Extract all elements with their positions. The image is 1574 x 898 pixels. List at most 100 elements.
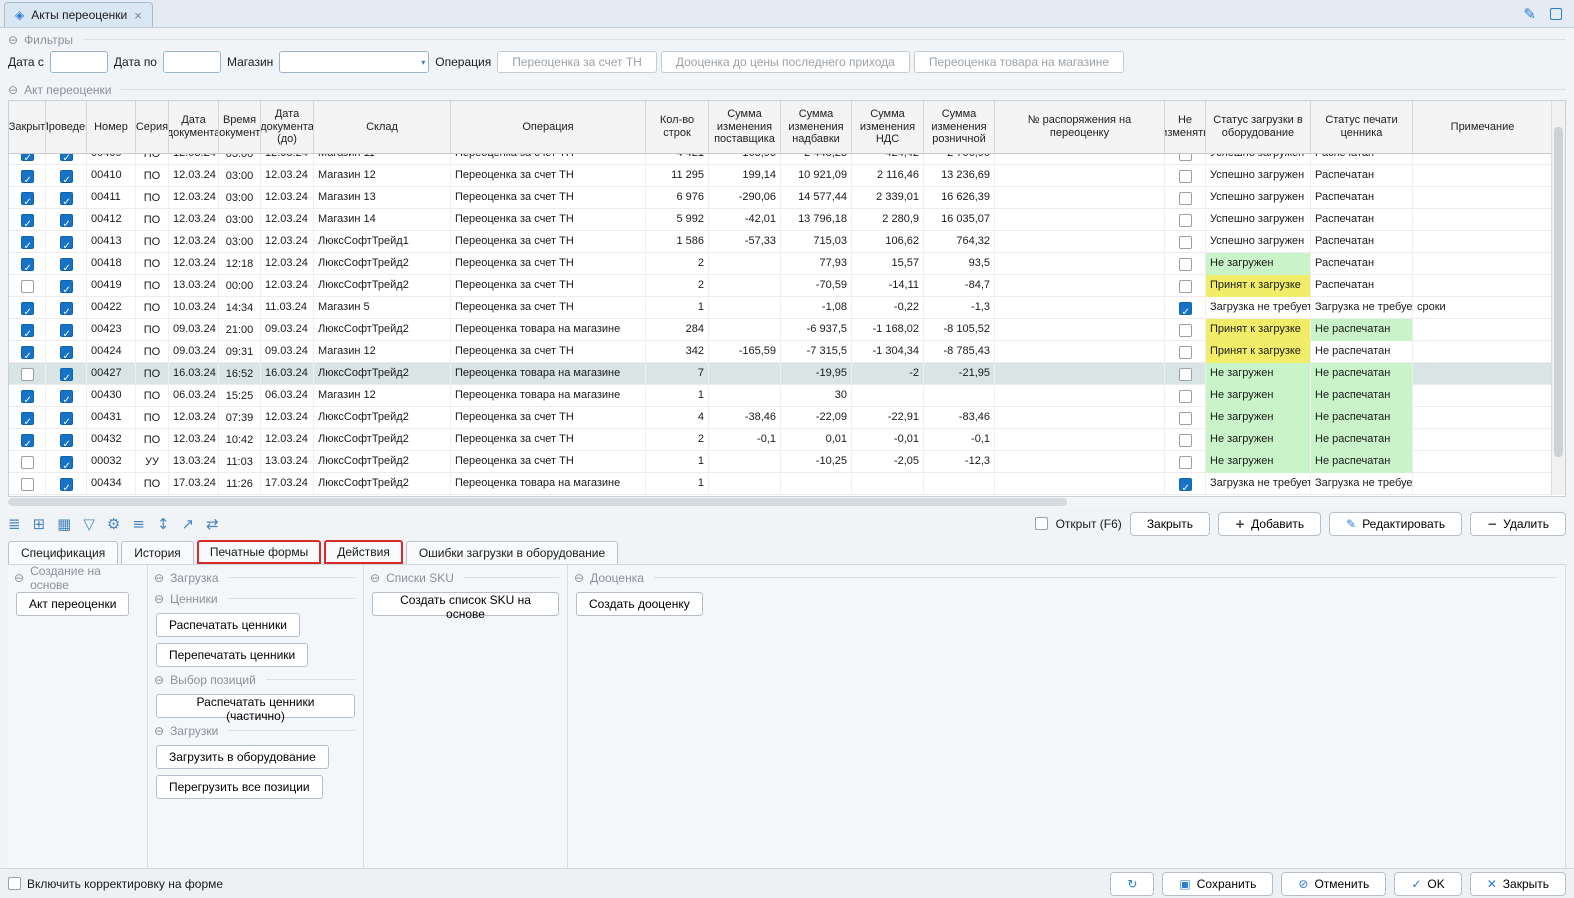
- column-header[interactable]: Серия: [136, 101, 169, 153]
- closed-checkbox[interactable]: [21, 324, 34, 337]
- table-row[interactable]: 00423ПО09.03.2421:0009.03.24ЛюксСофтТрей…: [9, 319, 1553, 341]
- no-change-checkbox[interactable]: [1179, 258, 1192, 271]
- no-change-checkbox[interactable]: [1179, 434, 1192, 447]
- column-header[interactable]: Дата документа (до): [261, 101, 314, 153]
- closed-checkbox[interactable]: [21, 154, 34, 161]
- tab-close-icon[interactable]: ×: [134, 8, 142, 23]
- operation-filter-button[interactable]: Переоценка за счет ТН: [497, 51, 657, 73]
- action-button[interactable]: Перегрузить все позиции: [156, 775, 323, 799]
- posted-checkbox[interactable]: [60, 192, 73, 205]
- column-header[interactable]: Статус печати ценника: [1311, 101, 1413, 153]
- action-button[interactable]: Распечатать ценники (частично): [156, 694, 355, 718]
- no-change-checkbox[interactable]: [1179, 456, 1192, 469]
- tab-печатные-формы[interactable]: Печатные формы: [197, 540, 321, 564]
- filter-icon[interactable]: ▽: [83, 515, 95, 533]
- posted-checkbox[interactable]: [60, 478, 73, 491]
- column-header[interactable]: Операция: [451, 101, 646, 153]
- operation-filter-button[interactable]: Переоценка товара на магазине: [914, 51, 1124, 73]
- no-change-checkbox[interactable]: [1179, 390, 1192, 403]
- column-header[interactable]: № распоряжения на переоценку: [995, 101, 1165, 153]
- table-row[interactable]: 00413ПО12.03.2403:0012.03.24ЛюксСофтТрей…: [9, 231, 1553, 253]
- table-row[interactable]: 00430ПО06.03.2415:2506.03.24Магазин 12Пе…: [9, 385, 1553, 407]
- closed-checkbox[interactable]: [21, 280, 34, 293]
- closed-checkbox[interactable]: [21, 412, 34, 425]
- column-header[interactable]: Дата документа: [169, 101, 219, 153]
- close-button[interactable]: ✕Закрыть: [1470, 872, 1566, 896]
- collapse-icon[interactable]: ⊖: [154, 571, 164, 585]
- open-external-icon[interactable]: ↗: [182, 515, 195, 533]
- closed-checkbox[interactable]: [21, 258, 34, 271]
- posted-checkbox[interactable]: [60, 258, 73, 271]
- posted-checkbox[interactable]: [60, 154, 73, 161]
- table-row[interactable]: 00424ПО09.03.2409:3109.03.24Магазин 12Пе…: [9, 341, 1553, 363]
- table-row[interactable]: 00418ПО12.03.2412:1812.03.24ЛюксСофтТрей…: [9, 253, 1553, 275]
- collapse-icon[interactable]: ⊖: [574, 571, 584, 585]
- table-view-icon[interactable]: ⊞: [33, 515, 46, 533]
- collapse-icon[interactable]: ⊖: [154, 592, 164, 606]
- closed-checkbox[interactable]: [21, 346, 34, 359]
- operation-filter-button[interactable]: Дооценка до цены последнего прихода: [661, 51, 910, 73]
- posted-checkbox[interactable]: [60, 368, 73, 381]
- no-change-checkbox[interactable]: [1179, 368, 1192, 381]
- closed-checkbox[interactable]: [21, 390, 34, 403]
- posted-checkbox[interactable]: [60, 434, 73, 447]
- horizontal-scrollbar[interactable]: [8, 497, 1566, 507]
- table-row[interactable]: 00412ПО12.03.2403:0012.03.24Магазин 14Пе…: [9, 209, 1553, 231]
- column-header[interactable]: Закрыт: [9, 101, 46, 153]
- no-change-checkbox[interactable]: [1179, 302, 1192, 315]
- posted-checkbox[interactable]: [60, 170, 73, 183]
- column-header[interactable]: Склад: [314, 101, 451, 153]
- column-header[interactable]: Номер: [87, 101, 136, 153]
- fullscreen-icon[interactable]: [1550, 8, 1562, 20]
- table-row[interactable]: 00032УУ13.03.2411:0313.03.24ЛюксСофтТрей…: [9, 451, 1553, 473]
- no-change-checkbox[interactable]: [1179, 236, 1192, 249]
- closed-checkbox[interactable]: [21, 170, 34, 183]
- table-row[interactable]: 00409ПО12.03.2403:0012.03.24Магазин 11Пе…: [9, 154, 1553, 165]
- store-input[interactable]: [279, 51, 429, 73]
- action-button[interactable]: Распечатать ценники: [156, 613, 300, 637]
- column-header[interactable]: Кол-во строк: [646, 101, 709, 153]
- ok-button[interactable]: ✓OK: [1394, 872, 1461, 896]
- column-header[interactable]: Сумма изменения розничной: [924, 101, 995, 153]
- posted-checkbox[interactable]: [60, 456, 73, 469]
- table-row[interactable]: 00431ПО12.03.2407:3912.03.24ЛюксСофтТрей…: [9, 407, 1553, 429]
- cancel-button[interactable]: ⊘Отменить: [1281, 872, 1386, 896]
- column-header[interactable]: Время документа: [219, 101, 261, 153]
- table-row[interactable]: 00434ПО17.03.2411:2617.03.24ЛюксСофтТрей…: [9, 473, 1553, 495]
- delete-button[interactable]: −Удалить: [1470, 512, 1566, 536]
- no-change-checkbox[interactable]: [1179, 324, 1192, 337]
- no-change-checkbox[interactable]: [1179, 192, 1192, 205]
- collapse-icon[interactable]: ⊖: [154, 673, 164, 687]
- reload-grid-icon[interactable]: ⇄: [206, 515, 219, 533]
- closed-checkbox[interactable]: [21, 302, 34, 315]
- save-button[interactable]: ▣Сохранить: [1162, 872, 1273, 896]
- tab-спецификация[interactable]: Спецификация: [8, 541, 118, 564]
- posted-checkbox[interactable]: [60, 390, 73, 403]
- collapse-icon[interactable]: ⊖: [154, 724, 164, 738]
- no-change-checkbox[interactable]: [1179, 170, 1192, 183]
- chevron-down-icon[interactable]: ▾: [421, 58, 425, 67]
- posted-checkbox[interactable]: [60, 280, 73, 293]
- collapse-icon[interactable]: ⊖: [14, 571, 24, 585]
- no-change-checkbox[interactable]: [1179, 214, 1192, 227]
- tab-действия[interactable]: Действия: [324, 540, 403, 564]
- vertical-scrollbar[interactable]: [1551, 101, 1565, 495]
- horizontal-scrollbar-thumb[interactable]: [8, 498, 1067, 506]
- table-row[interactable]: 00419ПО13.03.2400:0012.03.24ЛюксСофтТрей…: [9, 275, 1553, 297]
- vertical-scrollbar-thumb[interactable]: [1554, 127, 1563, 457]
- table-row[interactable]: 00422ПО10.03.2414:3411.03.24Магазин 5Пер…: [9, 297, 1553, 319]
- column-header[interactable]: Сумма изменения НДС: [852, 101, 924, 153]
- no-change-checkbox[interactable]: [1179, 412, 1192, 425]
- column-header[interactable]: Статус загрузки в оборудование: [1206, 101, 1311, 153]
- posted-checkbox[interactable]: [60, 236, 73, 249]
- column-header[interactable]: Примечание: [1413, 101, 1553, 153]
- action-button[interactable]: Создать дооценку: [576, 592, 703, 616]
- closed-checkbox[interactable]: [21, 214, 34, 227]
- posted-checkbox[interactable]: [60, 214, 73, 227]
- collapse-grid-icon[interactable]: ⊖: [8, 83, 18, 97]
- close-record-button[interactable]: Закрыть: [1130, 512, 1210, 536]
- table-row[interactable]: 00411ПО12.03.2403:0012.03.24Магазин 13Пе…: [9, 187, 1553, 209]
- closed-checkbox[interactable]: [21, 192, 34, 205]
- tab-история[interactable]: История: [121, 541, 194, 564]
- table-row[interactable]: 00410ПО12.03.2403:0012.03.24Магазин 12Пе…: [9, 165, 1553, 187]
